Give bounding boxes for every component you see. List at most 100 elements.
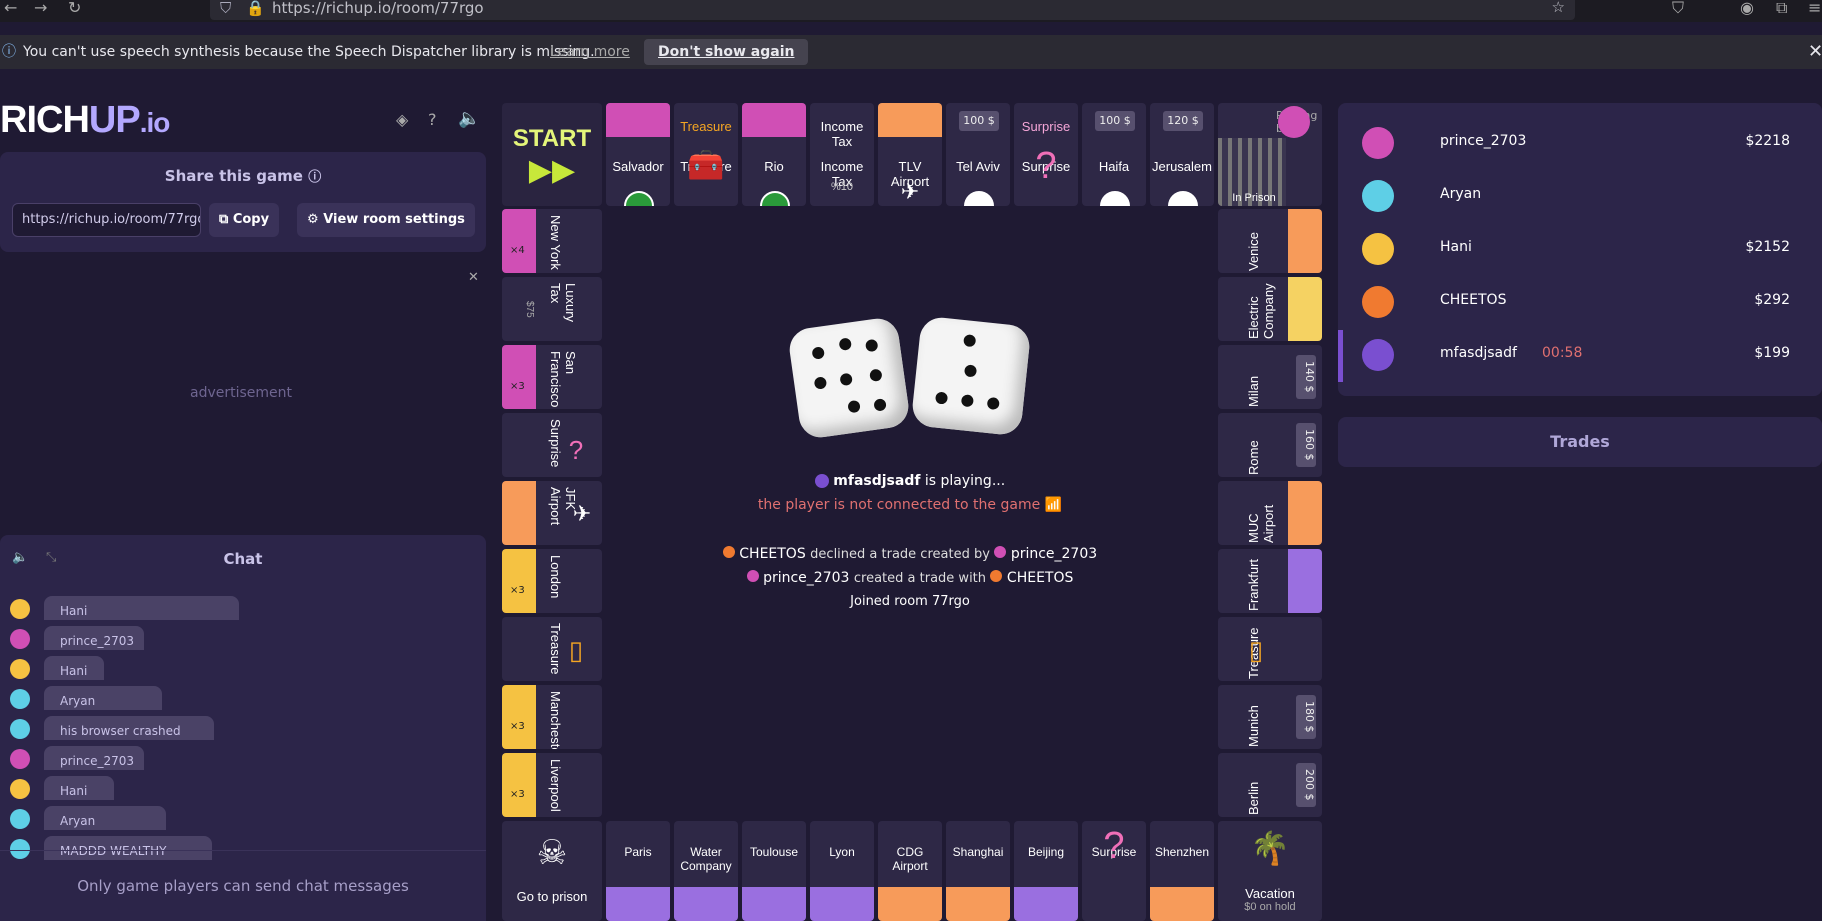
die-right <box>910 315 1032 437</box>
question-mark-icon: ? <box>568 435 584 465</box>
chat-message-text: prince_2703 <box>44 746 144 770</box>
player-row[interactable]: Aryan <box>1338 170 1822 222</box>
board-tile-right-8[interactable]: Berlin 200 $ <box>1218 753 1322 817</box>
extensions-icon[interactable]: ⧉ <box>1776 0 1787 18</box>
board-tile-6[interactable]: Surprise Surprise? <box>1014 103 1078 206</box>
room-settings-button[interactable]: ⚙ View room settings <box>297 203 475 237</box>
share-url-input[interactable]: https://richup.io/room/77rgo <box>12 203 201 237</box>
board-tile-bottom-1[interactable]: Water Company <box>674 821 738 921</box>
vacation-tile[interactable]: 🌴 Vacation $0 on hold <box>1218 821 1322 921</box>
chat-message-text: prince_2703 <box>44 626 144 650</box>
board-tile-right-3[interactable]: Rome 160 $ <box>1218 413 1322 477</box>
avatar <box>1362 180 1394 212</box>
board-tile-left-3[interactable]: Surprise? <box>502 413 602 477</box>
notification-text: You can't use speech synthesis because t… <box>23 44 595 60</box>
richup-logo: RICHUP.io <box>0 99 170 141</box>
bookmark-star-icon[interactable]: ☆ <box>1552 0 1565 16</box>
board-tile-4[interactable]: TLV Airport ✈ <box>878 103 942 206</box>
copy-button[interactable]: ⧉ Copy <box>209 203 280 237</box>
close-ad-icon[interactable]: ✕ <box>468 270 479 285</box>
flag-icon <box>624 191 654 206</box>
menu-icon[interactable]: ≡ <box>1808 0 1821 17</box>
arrow-icon: ▶▶ <box>528 154 576 187</box>
chat-message-text: Hani <box>44 656 104 680</box>
player-row[interactable]: CHEETOS $292 <box>1338 276 1822 328</box>
board-tile-7[interactable]: Haifa 100 $ <box>1082 103 1146 206</box>
chat-title: Chat <box>223 550 263 568</box>
account-icon[interactable]: ◉ <box>1740 0 1754 17</box>
player-row[interactable]: prince_2703 $2218 <box>1338 117 1822 169</box>
player-name: mfasdjsadf <box>1440 345 1517 361</box>
lock-icon: 🔒 <box>246 0 265 17</box>
board-tile-right-6[interactable]: Treasure ▯ <box>1218 617 1322 681</box>
board-tile-left-4[interactable]: JFK Airport ✈ <box>502 481 602 545</box>
board-tile-left-8[interactable]: Liverpool ×3 <box>502 753 602 817</box>
board-tile-left-7[interactable]: Manchester ×3 <box>502 685 602 749</box>
player-money: $2152 <box>1745 239 1790 255</box>
board-tile-3[interactable]: Income Tax Income Tax %10 <box>810 103 874 206</box>
board-tile-8[interactable]: Jerusalem 120 $ <box>1150 103 1214 206</box>
board-tile-bottom-6[interactable]: Beijing <box>1014 821 1078 921</box>
player-row[interactable]: Hani $2152 <box>1338 223 1822 275</box>
disconnected-warning: the player is not connected to the game … <box>757 497 1063 513</box>
board-tile-bottom-7[interactable]: Surprise? <box>1082 821 1146 921</box>
prison-tile[interactable]: In Prison Passing by <box>1218 103 1322 206</box>
player-money: $199 <box>1754 345 1790 361</box>
board-tile-bottom-0[interactable]: Paris <box>606 821 670 921</box>
die-left <box>786 315 912 441</box>
skull-icon: ☠ <box>536 834 568 872</box>
board-tile-1[interactable]: Treasure Treasure 🧰 <box>674 103 738 206</box>
trades-button[interactable]: Trades <box>1338 417 1822 467</box>
dont-show-again-button[interactable]: Don't show again <box>644 39 809 65</box>
learn-more-link[interactable]: Learn more <box>550 35 630 69</box>
board-tile-right-5[interactable]: Frankfurt <box>1218 549 1322 613</box>
help-icon[interactable]: ? <box>428 110 437 129</box>
airplane-icon: ✈ <box>572 501 592 526</box>
go-to-prison-tile[interactable]: ☠ Go to prison <box>502 821 602 921</box>
board-tile-left-5[interactable]: London ×3 <box>502 549 602 613</box>
flag-icon <box>1168 191 1198 206</box>
forward-icon[interactable]: → <box>34 0 47 17</box>
close-icon[interactable]: ✕ <box>1808 35 1822 69</box>
door-icon: ▯ <box>1248 635 1264 665</box>
board-tile-5[interactable]: Tel Aviv 100 $ <box>946 103 1010 206</box>
log-entry: Joined room 77rgo <box>850 594 970 609</box>
flag-icon <box>964 191 994 206</box>
volume-icon[interactable]: 🔈 <box>458 108 480 129</box>
board-tile-0[interactable]: Salvador <box>606 103 670 206</box>
avatar <box>1362 233 1394 265</box>
board-tile-left-6[interactable]: Treasure ▯ <box>502 617 602 681</box>
player-row[interactable]: mfasdjsadf 00:58 $199 <box>1338 329 1822 381</box>
board-tile-right-1[interactable]: Electric Company <box>1218 277 1322 341</box>
discord-icon[interactable]: ◈ <box>396 110 408 129</box>
back-icon[interactable]: ← <box>4 0 17 17</box>
player-name: Hani <box>1440 239 1472 255</box>
avatar <box>1362 127 1394 159</box>
board-tile-right-4[interactable]: MUC Airport <box>1218 481 1322 545</box>
board-tile-left-0[interactable]: New York ×4 <box>502 209 602 273</box>
start-tile[interactable]: START ▶▶ <box>502 103 602 206</box>
question-mark-icon: ? <box>1103 825 1125 867</box>
turn-status: mfasdjsadf is playing... <box>604 473 1216 489</box>
board-tile-bottom-8[interactable]: Shenzhen <box>1150 821 1214 921</box>
board-tile-bottom-4[interactable]: CDG Airport <box>878 821 942 921</box>
treasure-chest-icon: 🧰 <box>687 149 725 182</box>
info-icon: ⓘ <box>2 44 16 60</box>
avatar <box>10 809 30 829</box>
board-tile-left-1[interactable]: Luxury Tax $75 <box>502 277 602 341</box>
reload-icon[interactable]: ↻ <box>68 0 81 17</box>
pocket-icon[interactable]: ⛉ <box>1672 0 1684 18</box>
board-tile-bottom-2[interactable]: Toulouse <box>742 821 806 921</box>
board-tile-right-0[interactable]: Venice <box>1218 209 1322 273</box>
info-icon[interactable]: ⓘ <box>308 170 321 185</box>
board-tile-left-2[interactable]: San Francisco ×3 <box>502 345 602 409</box>
ad-placeholder: advertisement <box>189 385 293 401</box>
board-tile-bottom-3[interactable]: Lyon <box>810 821 874 921</box>
board-tile-right-2[interactable]: Milan 140 $ <box>1218 345 1322 409</box>
share-title: Share this game ⓘ <box>164 167 322 185</box>
board-tile-bottom-5[interactable]: Shanghai <box>946 821 1010 921</box>
board-tile-right-7[interactable]: Munich 180 $ <box>1218 685 1322 749</box>
address-bar[interactable]: ⛉ 🔒 https://richup.io/room/77rgo ☆ <box>210 0 1575 20</box>
avatar <box>10 629 30 649</box>
board-tile-2[interactable]: Rio <box>742 103 806 206</box>
